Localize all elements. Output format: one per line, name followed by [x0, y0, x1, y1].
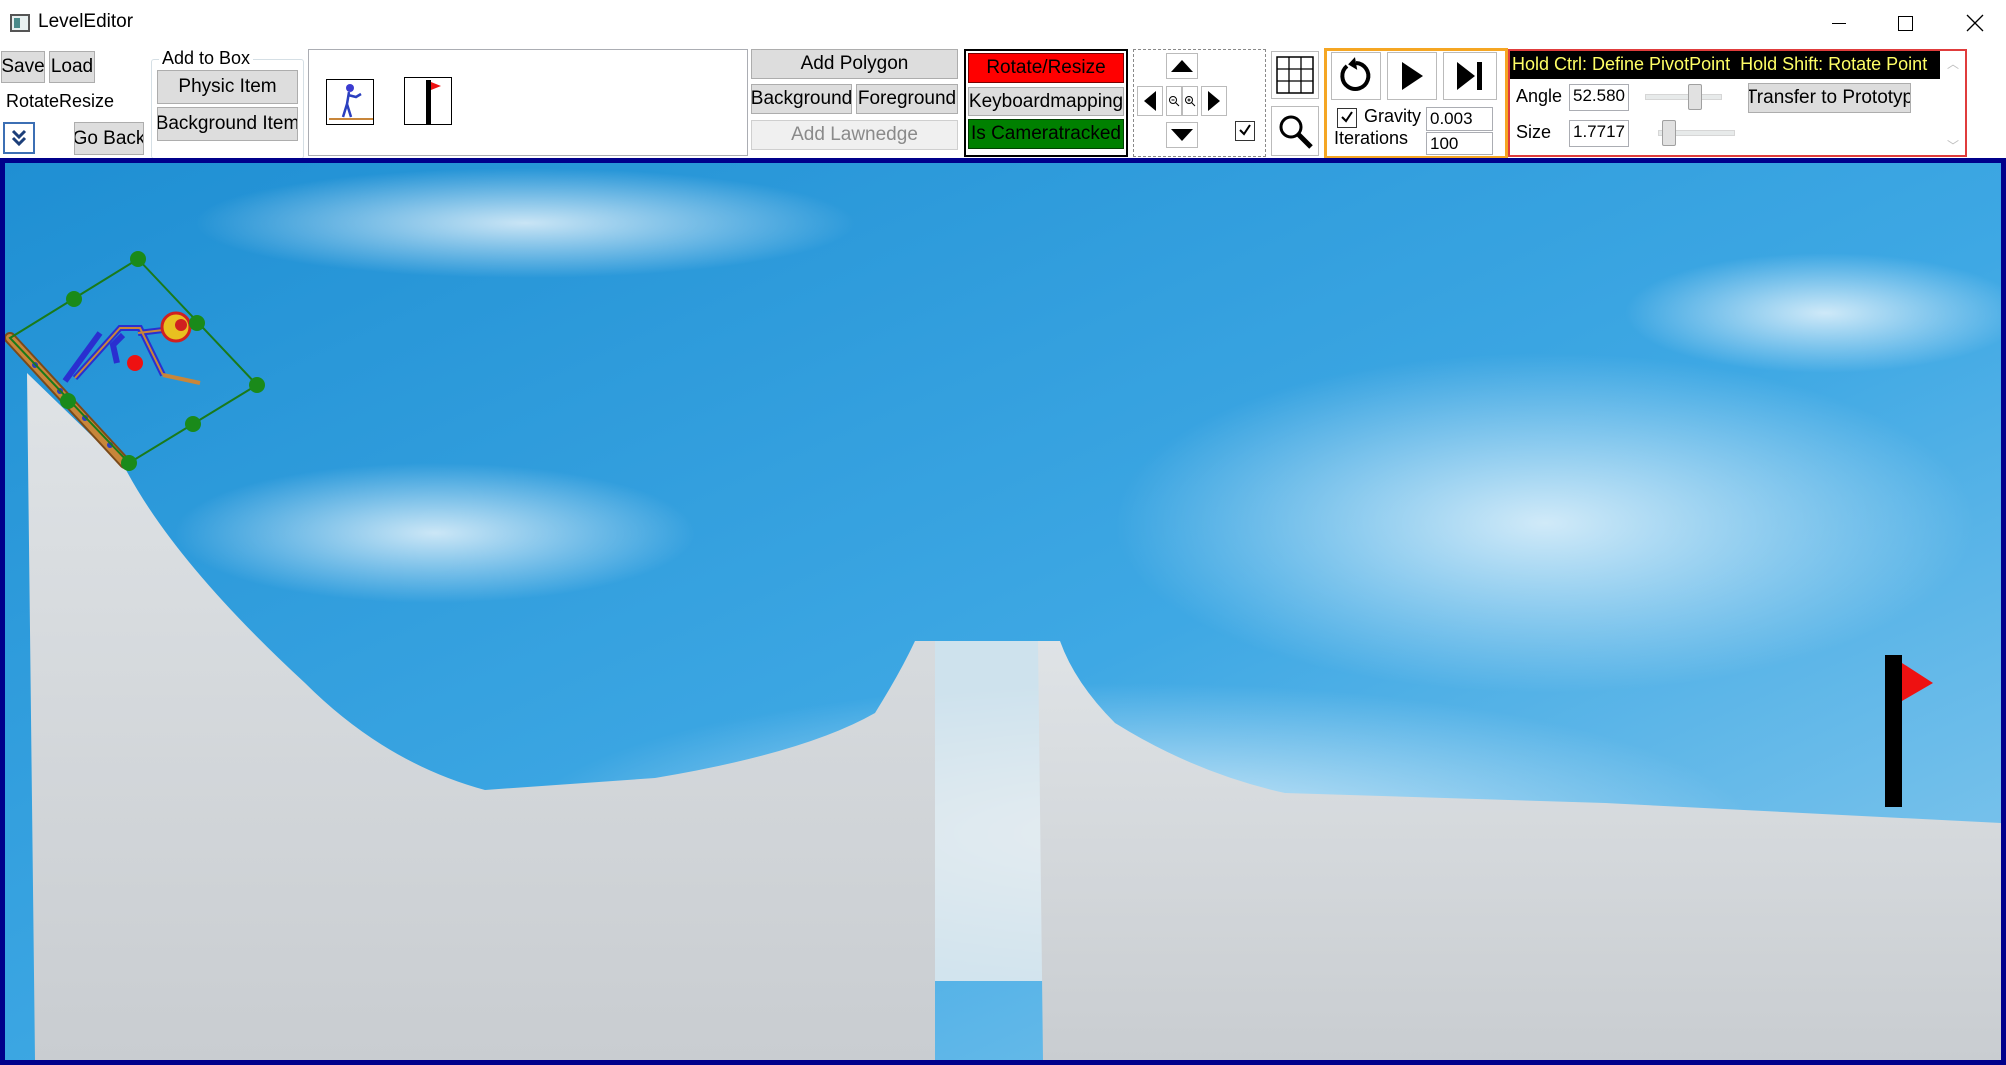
- mode-label: RotateResize: [6, 91, 115, 111]
- add-to-box-title: Add to Box: [159, 48, 254, 69]
- close-icon[interactable]: [1940, 0, 2006, 46]
- resize-handle[interactable]: [60, 393, 76, 409]
- gravity-input[interactable]: 0.003: [1426, 107, 1493, 131]
- zoom-out-button[interactable]: [1166, 86, 1182, 116]
- resize-handle[interactable]: [130, 251, 146, 267]
- resize-handle[interactable]: [66, 291, 82, 307]
- app-icon: [10, 14, 30, 32]
- go-back-button[interactable]: Go Back: [74, 122, 144, 155]
- window-title: LevelEditor: [38, 11, 134, 32]
- background-item-button[interactable]: Background Item: [157, 107, 298, 141]
- properties-scrollbar[interactable]: ︿ ﹀: [1942, 51, 1964, 155]
- arrow-up-button[interactable]: [1166, 53, 1198, 79]
- size-slider-thumb[interactable]: [1662, 120, 1676, 146]
- grid-button[interactable]: [1271, 51, 1319, 99]
- skier-prototype[interactable]: [326, 79, 374, 125]
- arrow-up-icon: [1171, 60, 1193, 72]
- save-button[interactable]: Save: [1, 51, 45, 83]
- cloud: [175, 463, 695, 603]
- maximize-icon[interactable]: [1870, 0, 1940, 46]
- step-icon: [1457, 62, 1482, 90]
- iterations-label: Iterations: [1334, 128, 1409, 148]
- foreground-button[interactable]: Foreground: [856, 84, 958, 114]
- toolbar: Save Load RotateResize Go Back Add to Bo…: [0, 46, 2006, 160]
- flag-icon: [426, 80, 441, 124]
- prototype-list[interactable]: [308, 49, 748, 156]
- load-button[interactable]: Load: [49, 51, 95, 83]
- zoom-out-icon: [1169, 96, 1180, 107]
- expand-down-icon: [11, 129, 27, 147]
- angle-label: Angle: [1516, 86, 1563, 106]
- zoom-in-icon: [1185, 96, 1196, 107]
- gravity-label: Gravity: [1364, 106, 1422, 126]
- zoom-in-button[interactable]: [1182, 86, 1198, 116]
- expand-down-button[interactable]: [3, 122, 35, 154]
- transfer-to-prototype-button[interactable]: Transfer to Prototyp: [1748, 83, 1911, 113]
- arrow-right-icon: [1208, 91, 1220, 111]
- resize-handle[interactable]: [185, 416, 201, 432]
- add-polygon-button[interactable]: Add Polygon: [751, 49, 958, 79]
- resize-handle[interactable]: [189, 315, 205, 331]
- keyboardmapping-button[interactable]: Keyboardmapping: [968, 87, 1124, 116]
- arrow-left-button[interactable]: [1137, 86, 1163, 116]
- title-bar: LevelEditor: [0, 0, 2006, 46]
- arrow-down-icon: [1171, 129, 1193, 141]
- camera-follow-checkbox[interactable]: [1235, 121, 1255, 141]
- reset-button[interactable]: [1331, 52, 1381, 100]
- angle-slider-track[interactable]: [1645, 94, 1722, 100]
- angle-input[interactable]: 52.580: [1569, 84, 1629, 111]
- magnifier-button[interactable]: [1271, 106, 1319, 156]
- hint-text: Hold Ctrl: Define PivotPoint Hold Shift:…: [1512, 54, 1928, 74]
- play-icon: [1402, 62, 1423, 90]
- level-canvas[interactable]: [0, 158, 2006, 1065]
- arrow-down-button[interactable]: [1166, 122, 1198, 148]
- gap-background: [935, 641, 1045, 981]
- arrow-left-icon: [1144, 91, 1156, 111]
- step-button[interactable]: [1443, 52, 1497, 100]
- grid-icon: [1276, 56, 1314, 94]
- iterations-input[interactable]: 100: [1426, 132, 1493, 155]
- physic-item-button[interactable]: Physic Item: [157, 70, 298, 104]
- background-button[interactable]: Background: [751, 84, 852, 114]
- arrow-right-button[interactable]: [1201, 86, 1227, 116]
- angle-slider-thumb[interactable]: [1688, 84, 1702, 110]
- gravity-checkbox[interactable]: [1337, 108, 1357, 128]
- rotate-resize-button[interactable]: Rotate/Resize: [968, 53, 1124, 83]
- add-lawnedge-button: Add Lawnedge: [751, 120, 958, 150]
- size-input[interactable]: 1.7717: [1569, 120, 1629, 147]
- flag-prototype[interactable]: [404, 77, 452, 125]
- hint-bar: Hold Ctrl: Define PivotPoint Hold Shift:…: [1510, 51, 1940, 79]
- is-cameratracked-button[interactable]: Is Cameratracked: [968, 119, 1124, 149]
- cloud: [1115, 353, 1975, 693]
- size-label: Size: [1516, 122, 1552, 142]
- cloud: [195, 168, 855, 278]
- minimize-icon[interactable]: [1804, 0, 1874, 46]
- resize-handle[interactable]: [249, 377, 265, 393]
- resize-handle[interactable]: [121, 455, 137, 471]
- reset-icon: [1340, 57, 1371, 91]
- play-button[interactable]: [1387, 52, 1437, 100]
- magnifier-icon: [1279, 115, 1313, 149]
